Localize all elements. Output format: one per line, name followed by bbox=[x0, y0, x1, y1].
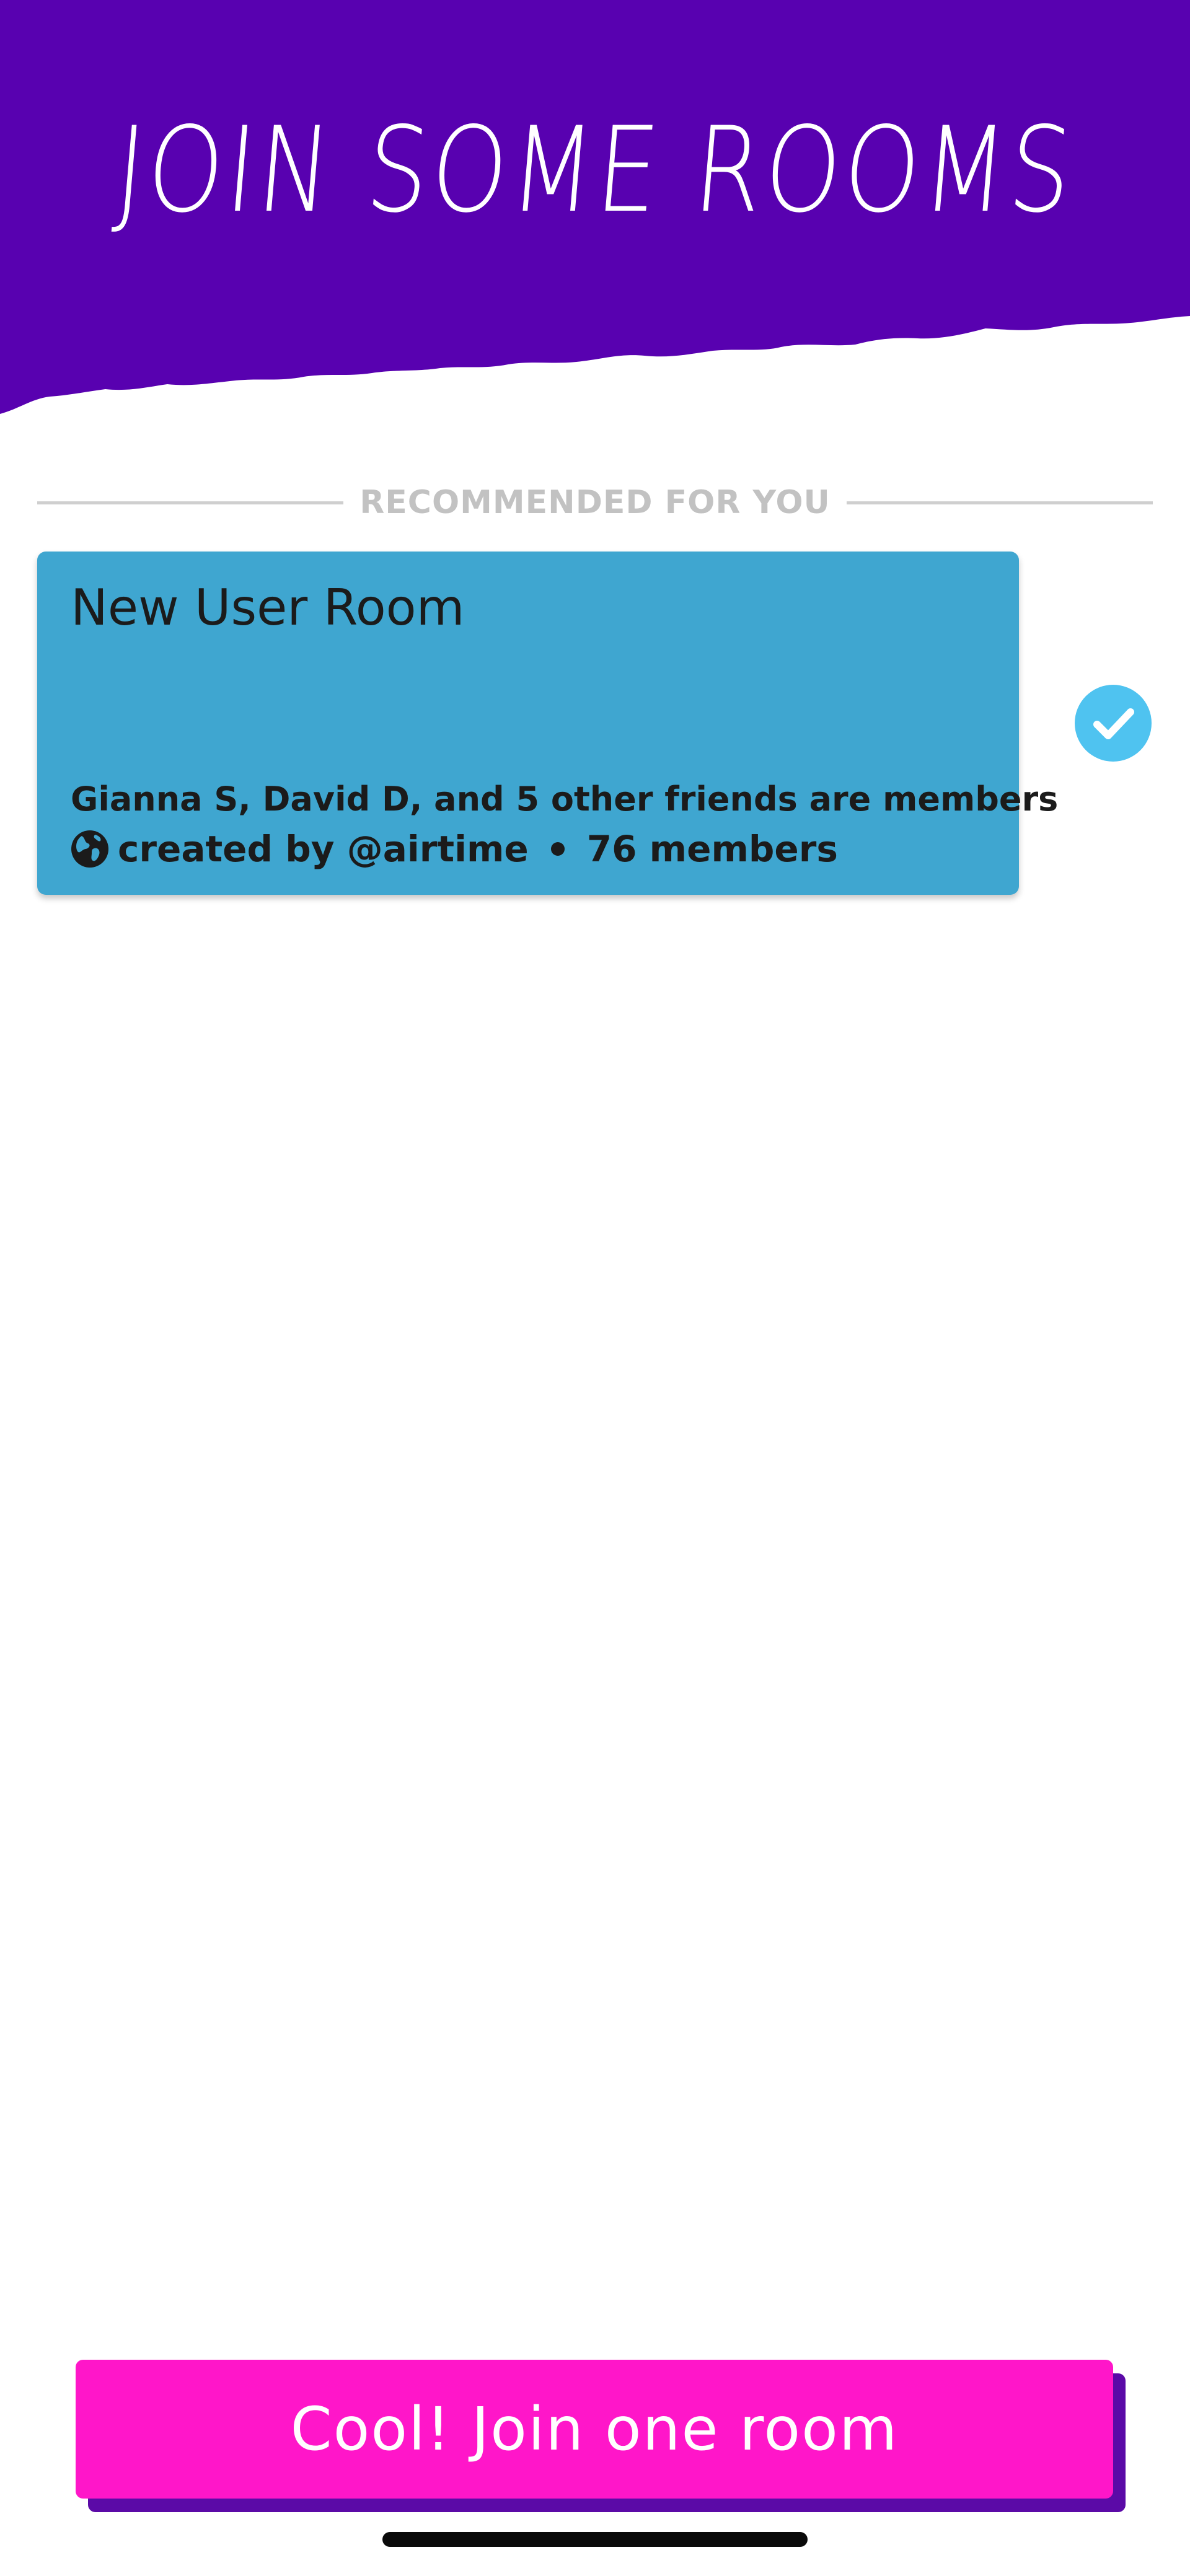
room-creator: created by @airtime bbox=[118, 828, 529, 870]
page-title: JOIN SOME ROOMS bbox=[110, 102, 1080, 239]
room-name: New User Room bbox=[71, 579, 465, 636]
room-selected-check[interactable] bbox=[1075, 685, 1152, 762]
room-friends-members: Gianna S, David D, and 5 other friends a… bbox=[71, 780, 1059, 819]
room-member-count: 76 members bbox=[586, 828, 838, 870]
home-indicator[interactable] bbox=[382, 2532, 808, 2547]
join-room-button[interactable]: Cool! Join one room bbox=[76, 2360, 1113, 2499]
divider-line-left bbox=[37, 501, 344, 504]
separator-dot bbox=[550, 842, 565, 856]
room-meta: created by @airtime 76 members bbox=[71, 828, 838, 870]
globe-icon bbox=[71, 830, 109, 868]
section-divider: RECOMMENDED FOR YOU bbox=[37, 481, 1153, 524]
section-label: RECOMMENDED FOR YOU bbox=[359, 484, 831, 521]
join-rooms-screen: JOIN SOME ROOMS RECOMMENDED FOR YOU New … bbox=[0, 0, 1190, 2576]
room-card[interactable]: New User Room Gianna S, David D, and 5 o… bbox=[37, 552, 1058, 895]
header: JOIN SOME ROOMS bbox=[0, 0, 1190, 421]
check-icon bbox=[1093, 708, 1134, 739]
divider-line-right bbox=[846, 501, 1153, 504]
